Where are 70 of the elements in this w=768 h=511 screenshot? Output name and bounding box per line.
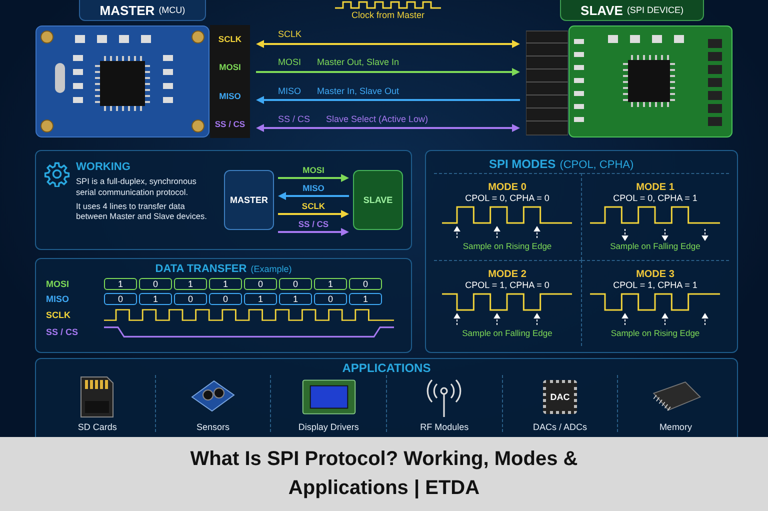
pin-label: MOSI [219,62,241,72]
modes-note: (CPOL, CPHA) [560,159,634,171]
bit-cell: 1 [279,293,312,305]
working-description: SPI is a full-duplex, synchronous serial communication protocol. [76,176,198,198]
applications-title: APPLICATIONS [341,361,432,375]
settings-icon [44,161,70,187]
line-label: MISO [302,182,324,192]
application-label: Display Drivers [298,422,359,432]
row-label: MOSI [46,279,70,289]
slave-title: SLAVE (SPI DEVICE) [560,0,704,21]
data-transfer-title: DATA TRANSFER [155,263,247,275]
mode-name: MODE 2 [488,268,526,280]
bit-cell: 1 [139,293,172,305]
bit-cell: 0 [174,293,207,305]
line-label: SS / CS [298,218,329,228]
mode-name: MODE 0 [488,182,526,194]
bit-cell: 1 [314,278,347,290]
page-caption: What Is SPI Protocol? Working, Modes & Applications | ETDA [189,447,579,501]
mode-parameters: CPOL = 0, CPHA = 0 [465,193,550,204]
signal-description: Master In, Slave Out [317,86,400,96]
signal-description: Master Out, Slave In [317,57,400,68]
line-label: SCLK [302,200,326,210]
mode-caption: Sample on Rising Edge [610,328,700,338]
signal-name: MOSI [278,57,302,68]
mode-parameters: CPOL = 0, CPHA = 1 [613,193,698,204]
row-label: MISO [46,294,70,304]
bit-cell: 1 [209,278,242,290]
application-label: Sensors [196,422,230,432]
bit-cell: 1 [104,278,137,290]
mode-caption: Sample on Falling Edge [610,241,700,252]
clock-label: Clock from Master [351,10,424,20]
application-label: DACs / ADCs [533,422,588,432]
signal-description: Slave Select (Active Low) [326,114,428,124]
pin-label: SCLK [218,34,242,44]
row-label: SCLK [46,310,72,320]
bit-cell: 0 [349,278,382,290]
master-box: MASTER [224,170,274,230]
bit-cell: 0 [314,293,347,305]
mode-parameters: CPOL = 1, CPHA = 0 [465,280,550,290]
application-label: SD Cards [78,422,117,432]
line-label: MOSI [302,164,324,174]
signal-name: SCLK [278,29,302,40]
slave-box: SLAVE [353,170,403,230]
bit-cell: 1 [174,278,207,290]
signal-name: MISO [278,86,302,96]
bit-cell: 0 [104,293,137,305]
chip-icon: DAC [543,380,578,414]
bit-cell: 0 [279,278,312,290]
bit-cell: 1 [244,293,277,305]
application-label: RF Modules [420,422,469,432]
row-label: SS / CS [46,327,80,337]
bit-cell: 0 [139,278,172,290]
data-transfer-note: (Example) [250,264,292,274]
working-description: It uses 4 lines to transfer data between Master and Slave devices. [76,200,208,222]
mode-parameters: CPOL = 1, CPHA = 1 [613,280,698,290]
bit-cell: 1 [349,293,382,305]
pin-label: MISO [219,90,241,101]
mode-name: MODE 3 [636,268,674,280]
modes-title: SPI MODES [489,157,556,171]
bit-cell: 0 [244,278,277,290]
signal-name: SS / CS [278,114,310,124]
mode-caption: Sample on Rising Edge [462,241,552,252]
mode-name: MODE 1 [636,182,674,194]
mode-caption: Sample on Falling Edge [462,328,552,338]
master-title: MASTER (MCU) [78,0,206,21]
application-label: Memory [659,422,692,432]
pin-label: SS / CS [214,118,246,129]
bit-cell: 0 [209,293,242,305]
working-title: WORKING [76,161,132,173]
clock-wave-icon [333,0,443,10]
